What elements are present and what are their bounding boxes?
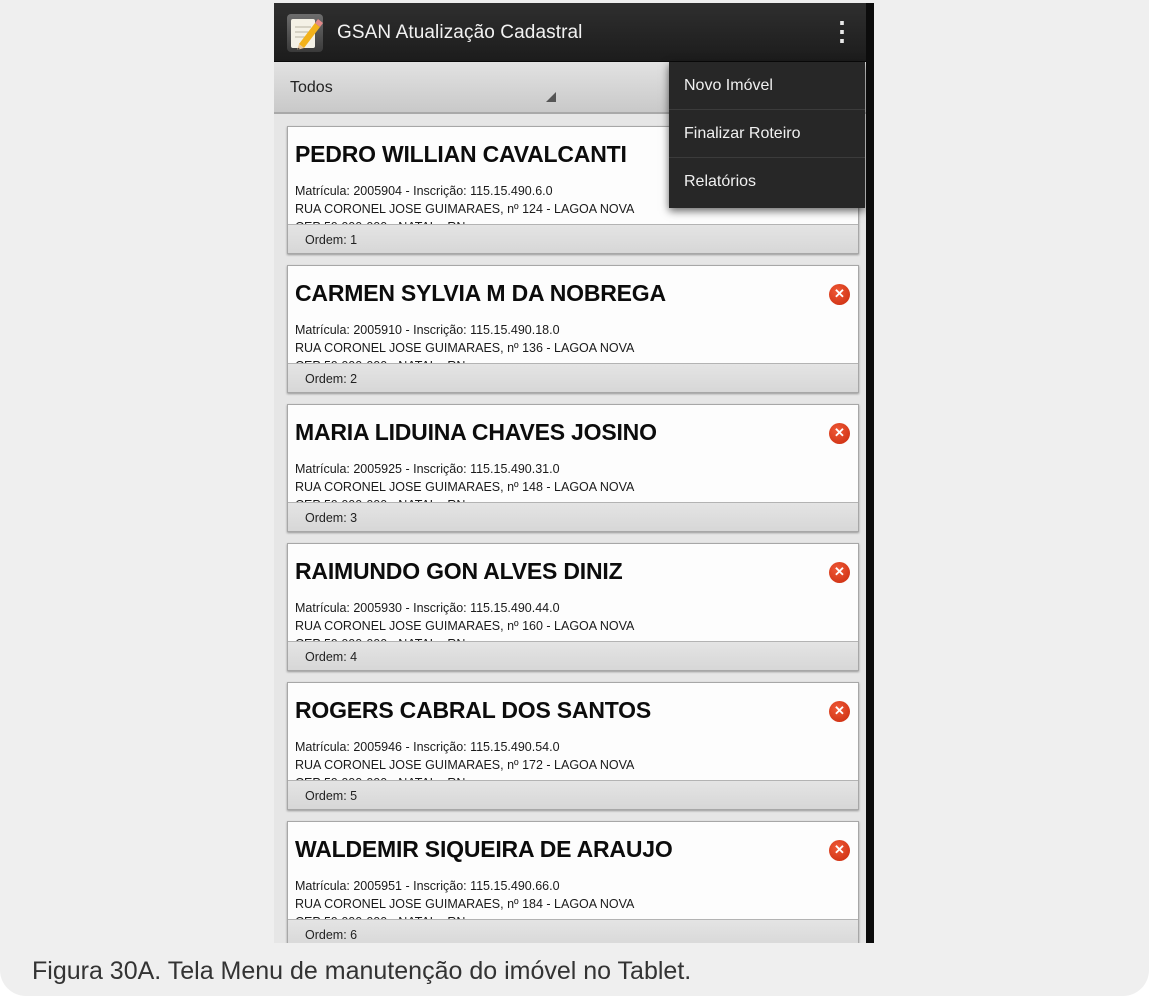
list-item[interactable]: RAIMUNDO GON ALVES DINIZ ✕ Matrícula: 20… — [287, 543, 859, 671]
order-label: Ordem: 5 — [305, 789, 358, 803]
registration-details: Matrícula: 2005930 - Inscrição: 115.15.4… — [295, 601, 560, 615]
owner-name: WALDEMIR SIQUEIRA DE ARAUJO — [295, 836, 673, 862]
figure-caption: Figura 30A. Tela Menu de manutenção do i… — [32, 957, 692, 985]
order-label: Ordem: 2 — [305, 372, 358, 386]
registration-details: Matrícula: 2005946 - Inscrição: 115.15.4… — [295, 740, 560, 754]
list-item[interactable]: CARMEN SYLVIA M DA NOBREGA ✕ Matrícula: … — [287, 265, 859, 393]
order-label: Ordem: 4 — [305, 650, 358, 664]
owner-name: ROGERS CABRAL DOS SANTOS — [295, 697, 652, 723]
menu-item-label: Finalizar Roteiro — [684, 125, 801, 142]
address-line: RUA CORONEL JOSE GUIMARAES, nº 184 - LAG… — [295, 897, 635, 911]
card-footer: Ordem: 4 — [288, 641, 858, 670]
card-footer: Ordem: 3 — [288, 502, 858, 531]
menu-item-novo-imovel[interactable]: Novo Imóvel — [669, 62, 865, 110]
owner-name: PEDRO WILLIAN CAVALCANTI — [295, 141, 627, 167]
list-item[interactable]: WALDEMIR SIQUEIRA DE ARAUJO ✕ Matrícula:… — [287, 821, 859, 943]
remove-circle-icon[interactable]: ✕ — [829, 423, 850, 444]
menu-item-finalizar-roteiro[interactable]: Finalizar Roteiro — [669, 110, 865, 158]
figure-frame: GSAN Atualização Cadastral ⋮ Todos PEDRO… — [0, 0, 1149, 996]
registration-details: Matrícula: 2005904 - Inscrição: 115.15.4… — [295, 184, 553, 198]
filter-selected-value: Todos — [290, 79, 333, 96]
address-line: RUA CORONEL JOSE GUIMARAES, nº 148 - LAG… — [295, 480, 635, 494]
owner-name: RAIMUNDO GON ALVES DINIZ — [295, 558, 623, 584]
remove-circle-icon[interactable]: ✕ — [829, 562, 850, 583]
spinner-arrow-icon — [546, 92, 556, 102]
action-bar: GSAN Atualização Cadastral ⋮ — [274, 3, 866, 62]
registration-details: Matrícula: 2005925 - Inscrição: 115.15.4… — [295, 462, 560, 476]
tablet-screen: GSAN Atualização Cadastral ⋮ Todos PEDRO… — [274, 3, 874, 943]
order-label: Ordem: 1 — [305, 233, 358, 247]
property-list: PEDRO WILLIAN CAVALCANTI Matrícula: 2005… — [274, 114, 866, 943]
owner-name: CARMEN SYLVIA M DA NOBREGA — [295, 280, 666, 306]
address-line: RUA CORONEL JOSE GUIMARAES, nº 136 - LAG… — [295, 341, 635, 355]
menu-item-label: Novo Imóvel — [684, 77, 773, 94]
card-footer: Ordem: 6 — [288, 919, 858, 943]
list-item[interactable]: MARIA LIDUINA CHAVES JOSINO ✕ Matrícula:… — [287, 404, 859, 532]
remove-circle-icon[interactable]: ✕ — [829, 701, 850, 722]
registration-details: Matrícula: 2005951 - Inscrição: 115.15.4… — [295, 879, 560, 893]
order-label: Ordem: 6 — [305, 928, 358, 942]
overflow-menu: Novo Imóvel Finalizar Roteiro Relatórios — [669, 62, 865, 208]
address-line: RUA CORONEL JOSE GUIMARAES, nº 160 - LAG… — [295, 619, 635, 633]
address-line: RUA CORONEL JOSE GUIMARAES, nº 172 - LAG… — [295, 758, 635, 772]
remove-circle-icon[interactable]: ✕ — [829, 840, 850, 861]
order-label: Ordem: 3 — [305, 511, 358, 525]
owner-name: MARIA LIDUINA CHAVES JOSINO — [295, 419, 657, 445]
app-title: GSAN Atualização Cadastral — [337, 22, 583, 43]
card-footer: Ordem: 5 — [288, 780, 858, 809]
registration-details: Matrícula: 2005910 - Inscrição: 115.15.4… — [295, 323, 560, 337]
list-item[interactable]: ROGERS CABRAL DOS SANTOS ✕ Matrícula: 20… — [287, 682, 859, 810]
card-footer: Ordem: 2 — [288, 363, 858, 392]
address-line: RUA CORONEL JOSE GUIMARAES, nº 124 - LAG… — [295, 202, 635, 216]
menu-item-relatorios[interactable]: Relatórios — [669, 158, 865, 206]
pencil-notepad-icon[interactable] — [287, 14, 323, 52]
menu-item-label: Relatórios — [684, 173, 757, 190]
remove-circle-icon[interactable]: ✕ — [829, 284, 850, 305]
more-vert-icon[interactable]: ⋮ — [829, 18, 855, 47]
card-footer: Ordem: 1 — [288, 224, 858, 253]
